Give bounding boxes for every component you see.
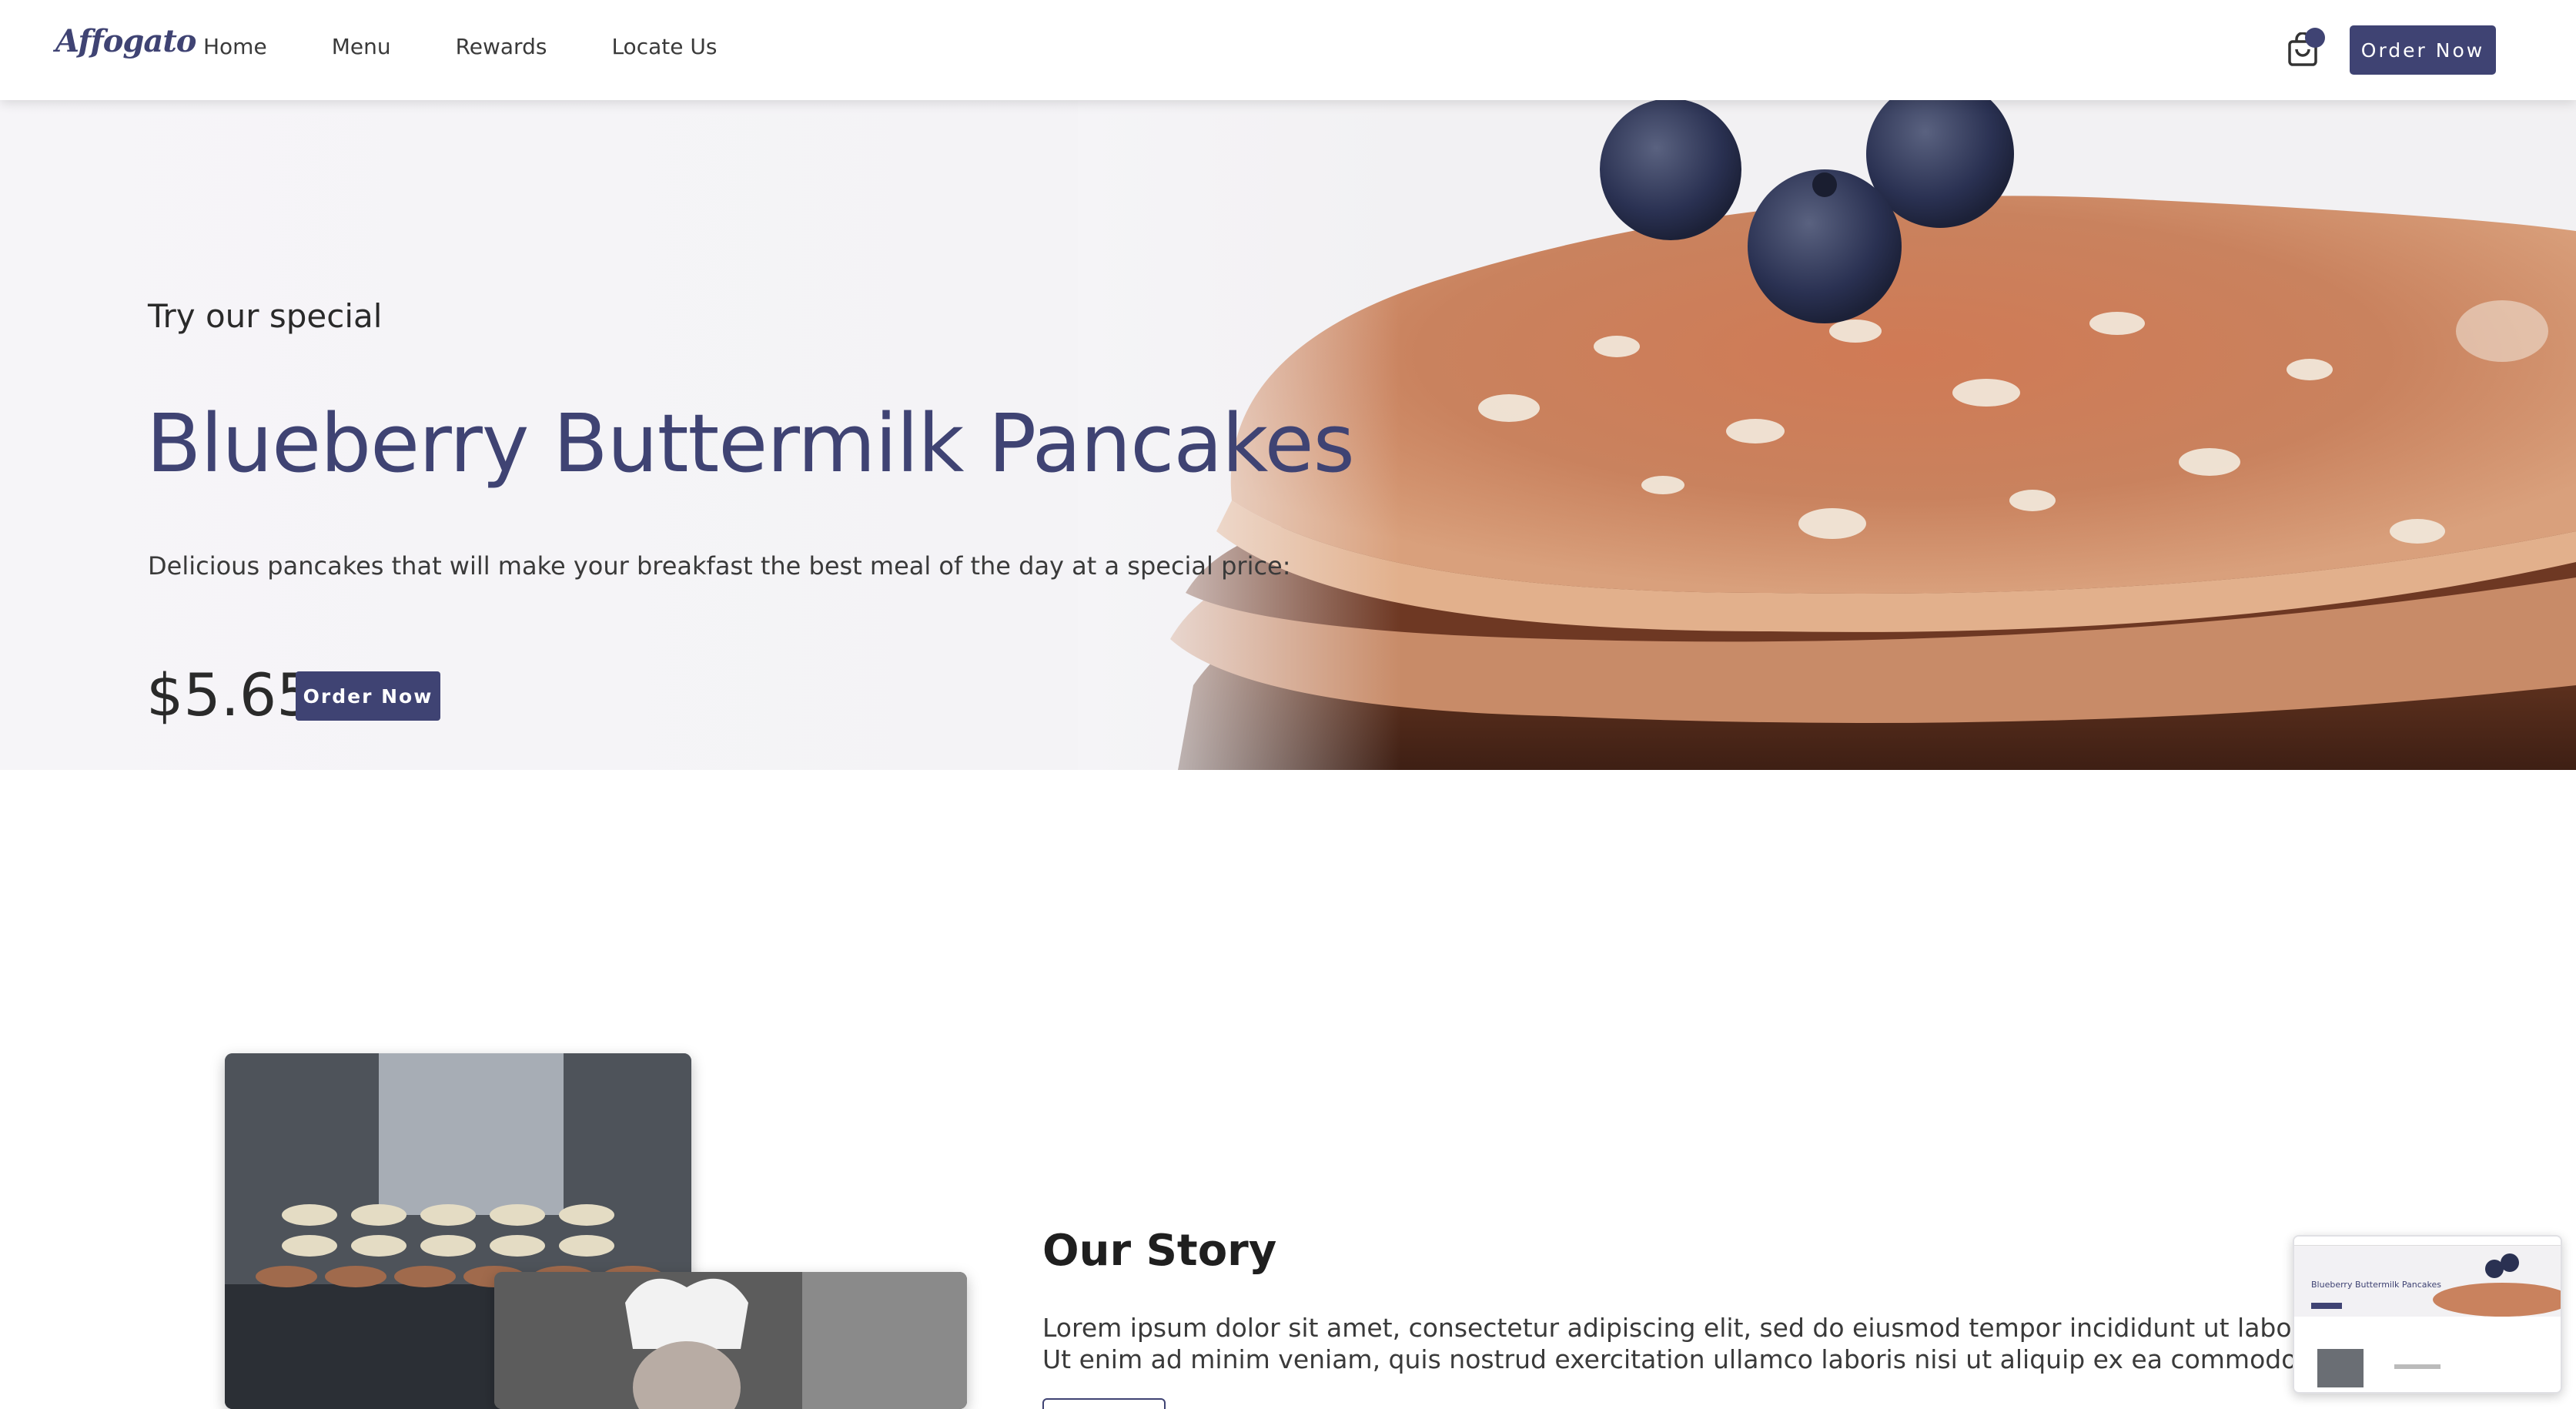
preview-nav — [2294, 1237, 2561, 1246]
nav-link-home[interactable]: Home — [203, 34, 267, 59]
hero-order-now-button[interactable]: Order Now — [296, 671, 440, 721]
hero-price: $5.65 — [146, 661, 314, 729]
brand-logo[interactable]: Affogato — [55, 23, 196, 59]
preview-story-image — [2317, 1349, 2364, 1387]
nav-link-locate-us[interactable]: Locate Us — [611, 34, 717, 59]
cart-button[interactable] — [2287, 28, 2325, 66]
story-paragraph: Lorem ipsum dolor sit amet, consectetur … — [1042, 1312, 2305, 1375]
preview-story-text — [2394, 1364, 2441, 1369]
hero-kicker: Try our special — [148, 297, 383, 335]
nav-order-now-button[interactable]: Order Now — [2350, 25, 2496, 75]
story-line-1: Lorem ipsum dolor sit amet, consectetur … — [1042, 1313, 2305, 1343]
story-line-2: Ut enim ad minim veniam, quis nostrud ex… — [1042, 1344, 2305, 1374]
hero-title: Blueberry Buttermilk Pancakes — [146, 397, 1355, 490]
story-title: Our Story — [1042, 1226, 1277, 1276]
hero-description: Delicious pancakes that will make your b… — [148, 551, 1291, 581]
cart-badge — [2305, 28, 2325, 48]
nav-links: Home Menu Rewards Locate Us — [203, 34, 781, 59]
nav-link-rewards[interactable]: Rewards — [456, 34, 547, 59]
chef-portrait-photo — [494, 1272, 967, 1409]
page-preview-thumbnail[interactable]: Blueberry Buttermilk Pancakes — [2293, 1235, 2562, 1394]
nav-link-menu[interactable]: Menu — [332, 34, 391, 59]
hero-banner: Try our special Blueberry Buttermilk Pan… — [0, 100, 2576, 770]
preview-title: Blueberry Buttermilk Pancakes — [2311, 1280, 2442, 1290]
story-button[interactable] — [1042, 1398, 1166, 1409]
preview-button — [2311, 1303, 2342, 1309]
top-navbar: Affogato Home Menu Rewards Locate Us Ord… — [0, 0, 2576, 100]
